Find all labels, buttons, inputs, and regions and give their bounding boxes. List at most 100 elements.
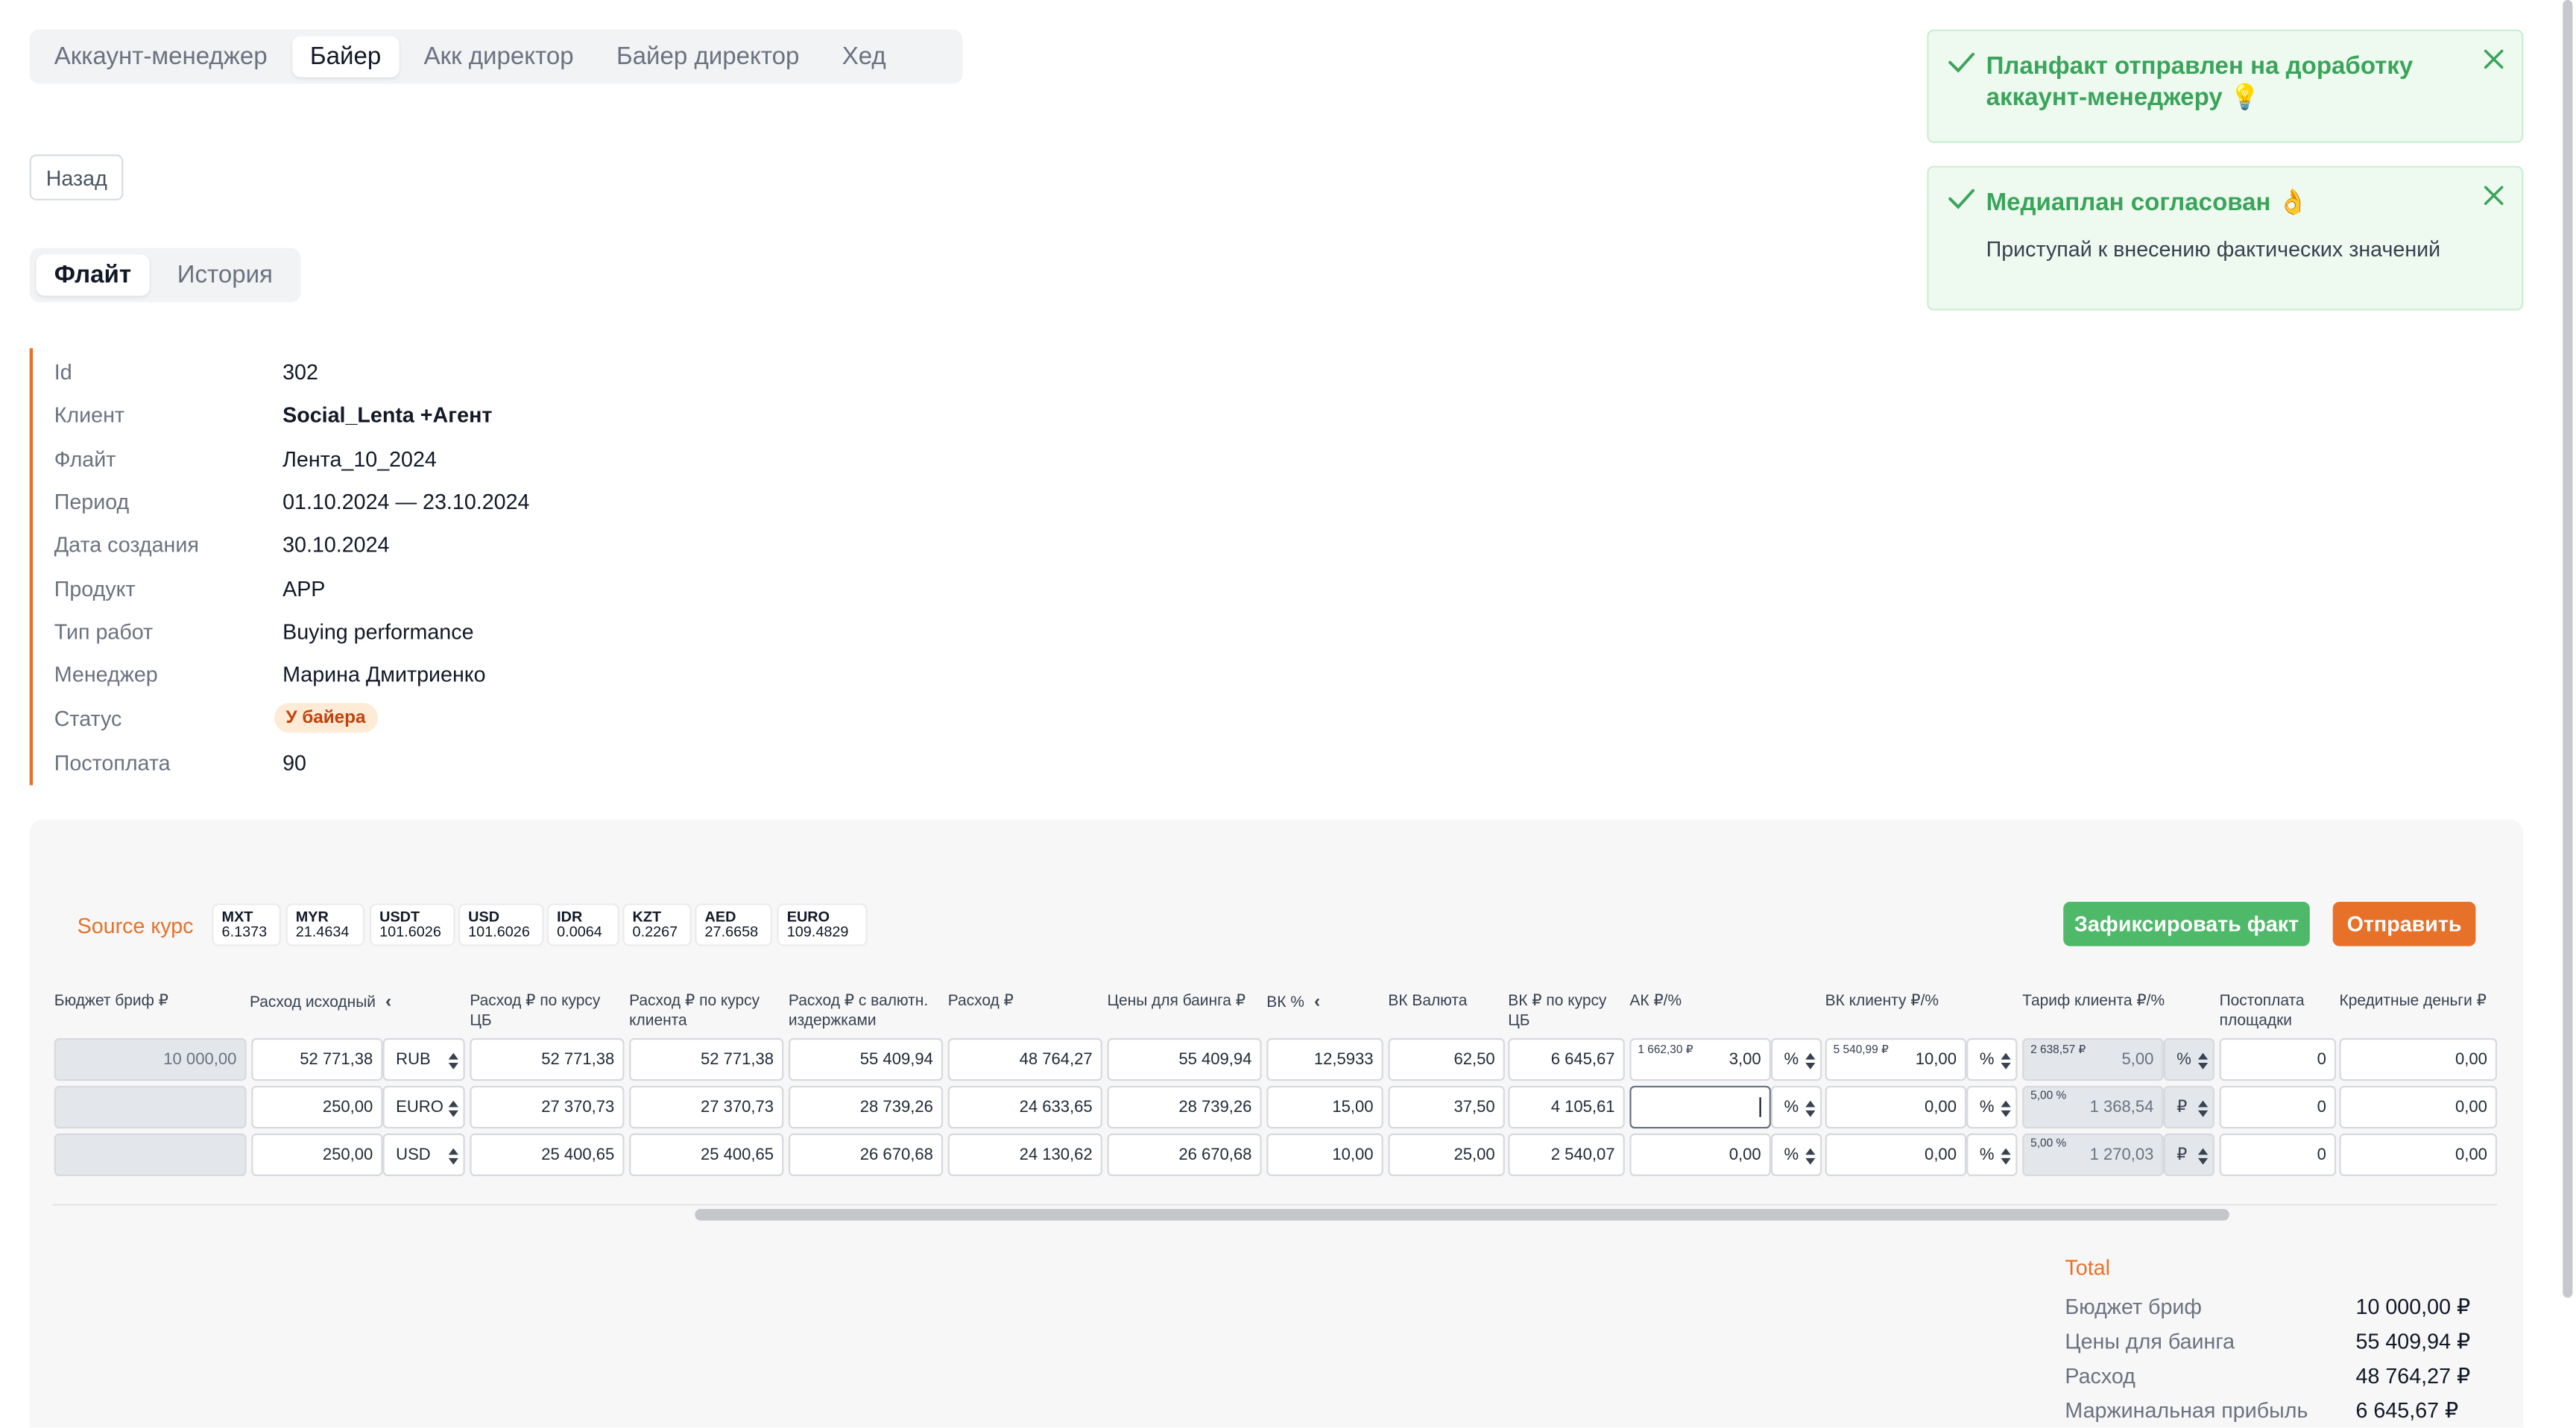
unit-value: % <box>1784 1098 1799 1116</box>
tab-buyer[interactable]: Байер <box>291 36 400 78</box>
spinner-icon[interactable] <box>448 1052 458 1071</box>
spinner-icon[interactable] <box>2197 1146 2209 1166</box>
spend-rub-cell[interactable]: 24 130,62 <box>947 1133 1102 1177</box>
vk-cb-cell[interactable]: 4 105,61 <box>1508 1085 1625 1129</box>
credit-cell[interactable]: 0,00 <box>2339 1133 2498 1177</box>
spend-client-rate-cell[interactable]: 25 400,65 <box>629 1133 784 1177</box>
credit-cell[interactable]: 0,00 <box>2339 1037 2498 1081</box>
fix-fact-button[interactable]: Зафиксировать факт <box>2063 901 2310 947</box>
back-button[interactable]: Назад <box>29 154 124 200</box>
tariff-unit-select[interactable]: ₽ <box>2163 1133 2214 1177</box>
currency-value: EURO <box>396 1098 443 1116</box>
vertical-scrollbar[interactable] <box>2563 0 2573 1298</box>
info-value: Buying performance <box>282 618 474 643</box>
chevron-left-icon[interactable]: ‹ <box>385 992 391 1011</box>
spend-input[interactable]: 52 771,38 <box>251 1037 383 1081</box>
spinner-icon[interactable] <box>1805 1052 1816 1071</box>
vk-percent-cell[interactable]: 15,00 <box>1266 1085 1383 1129</box>
spend-input[interactable]: 250,00 <box>251 1085 383 1129</box>
ak-unit-select[interactable]: % <box>1770 1133 1822 1177</box>
spend-input[interactable]: 250,00 <box>251 1133 383 1177</box>
vk-currency-cell[interactable]: 25,00 <box>1388 1133 1505 1177</box>
tab-history[interactable]: История <box>160 255 291 296</box>
postpay-cell[interactable]: 0 <box>2219 1037 2337 1081</box>
spend-cb-cell[interactable]: 25 400,65 <box>470 1133 625 1177</box>
currency-select[interactable]: USD <box>382 1133 465 1177</box>
spinner-icon[interactable] <box>448 1099 458 1118</box>
vk-percent-cell[interactable]: 12,5933 <box>1266 1037 1383 1081</box>
total-label: Маржинальная прибыль <box>2065 1397 2308 1423</box>
tariff-cell[interactable]: 5,00 % 1 368,54 <box>2022 1085 2164 1129</box>
ak-input[interactable]: 1 662,30 ₽ 3,00 <box>1629 1037 1771 1081</box>
vk-client-hint: 5 540,99 ₽ <box>1833 1044 1889 1057</box>
postpay-cell[interactable]: 0 <box>2219 1133 2337 1177</box>
vk-client-input[interactable]: 5 540,99 ₽ 10,00 <box>1825 1037 1967 1081</box>
credit-cell[interactable]: 0,00 <box>2339 1085 2498 1129</box>
close-icon[interactable] <box>2482 184 2505 207</box>
horizontal-scrollbar[interactable] <box>695 1209 2229 1221</box>
chevron-left-icon[interactable]: ‹ <box>1314 992 1320 1011</box>
info-label: Период <box>54 488 130 514</box>
spinner-icon[interactable] <box>2001 1052 2011 1071</box>
ak-unit-select[interactable]: % <box>1770 1037 1822 1081</box>
close-icon[interactable] <box>2482 48 2505 71</box>
tariff-unit-select[interactable]: % <box>2163 1037 2214 1081</box>
rate-value: 0.0064 <box>557 923 602 940</box>
buying-price-cell[interactable]: 26 670,68 <box>1107 1133 1262 1177</box>
buying-price-cell[interactable]: 55 409,94 <box>1107 1037 1262 1081</box>
spinner-icon[interactable] <box>2001 1146 2011 1166</box>
vk-cb-cell[interactable]: 2 540,07 <box>1508 1133 1625 1177</box>
spend-rub-cell[interactable]: 24 633,65 <box>947 1085 1102 1129</box>
toast-title: Медиаплан согласован 👌 <box>1986 189 2308 217</box>
postpay-cell[interactable]: 0 <box>2219 1085 2337 1129</box>
horizontal-scroll-track[interactable] <box>52 1204 2498 1206</box>
vk-percent-cell[interactable]: 10,00 <box>1266 1133 1383 1177</box>
tab-account-director[interactable]: Акк директор <box>405 36 592 77</box>
currency-select[interactable]: EURO <box>382 1085 465 1129</box>
view-tabs: Флайт История <box>29 247 301 303</box>
spinner-icon[interactable] <box>1805 1146 1816 1166</box>
currency-select[interactable]: RUB <box>382 1037 465 1081</box>
ak-input[interactable]: 0,00 <box>1629 1133 1771 1177</box>
ak-input[interactable] <box>1629 1085 1771 1129</box>
tariff-cell[interactable]: 5,00 % 1 270,03 <box>2022 1133 2164 1177</box>
info-value: 01.10.2024 — 23.10.2024 <box>282 488 530 514</box>
spend-fx-cell[interactable]: 55 409,94 <box>788 1037 944 1081</box>
vk-client-input[interactable]: 0,00 <box>1825 1133 1967 1177</box>
spend-rub-cell[interactable]: 48 764,27 <box>947 1037 1102 1081</box>
vk-currency-cell[interactable]: 37,50 <box>1388 1085 1505 1129</box>
spinner-icon[interactable] <box>2001 1099 2011 1118</box>
vk-client-unit-select[interactable]: % <box>1966 1085 2018 1129</box>
col-header: ВК ₽ по курсу ЦБ <box>1508 992 1607 1030</box>
spinner-icon[interactable] <box>448 1146 458 1166</box>
spend-client-rate-cell[interactable]: 27 370,73 <box>629 1085 784 1129</box>
vk-client-unit-select[interactable]: % <box>1966 1037 2018 1081</box>
tab-buyer-director[interactable]: Байер директор <box>599 36 818 77</box>
spinner-icon[interactable] <box>2197 1099 2209 1118</box>
budget-cell[interactable]: 10 000,00 <box>54 1037 247 1081</box>
budget-cell[interactable] <box>54 1133 247 1177</box>
ak-unit-select[interactable]: % <box>1770 1085 1822 1129</box>
spinner-icon[interactable] <box>2197 1052 2209 1071</box>
spend-fx-cell[interactable]: 26 670,68 <box>788 1133 944 1177</box>
vk-client-unit-select[interactable]: % <box>1966 1133 2018 1177</box>
spend-cb-cell[interactable]: 27 370,73 <box>470 1085 625 1129</box>
spend-cb-cell[interactable]: 52 771,38 <box>470 1037 625 1081</box>
vk-cb-cell[interactable]: 6 645,67 <box>1508 1037 1625 1081</box>
tariff-unit-select[interactable]: ₽ <box>2163 1085 2214 1129</box>
tariff-cell[interactable]: 2 638,57 ₽ 5,00 <box>2022 1037 2164 1081</box>
col-header: Расход ₽ по курсу ЦБ <box>470 992 601 1030</box>
info-value: APP <box>282 575 326 601</box>
buying-price-cell[interactable]: 28 739,26 <box>1107 1085 1262 1129</box>
spend-fx-cell[interactable]: 28 739,26 <box>788 1085 944 1129</box>
vk-client-input[interactable]: 0,00 <box>1825 1085 1967 1129</box>
vk-currency-cell[interactable]: 62,50 <box>1388 1037 1505 1081</box>
tab-head[interactable]: Хед <box>824 36 904 77</box>
info-row-postpay: Постоплата 90 <box>33 746 723 779</box>
spinner-icon[interactable] <box>1805 1099 1816 1118</box>
send-button[interactable]: Отправить <box>2332 901 2476 947</box>
spend-client-rate-cell[interactable]: 52 771,38 <box>629 1037 784 1081</box>
budget-cell[interactable] <box>54 1085 247 1129</box>
tab-account-manager[interactable]: Аккаунт-менеджер <box>36 36 285 77</box>
tab-flight[interactable]: Флайт <box>36 254 150 296</box>
